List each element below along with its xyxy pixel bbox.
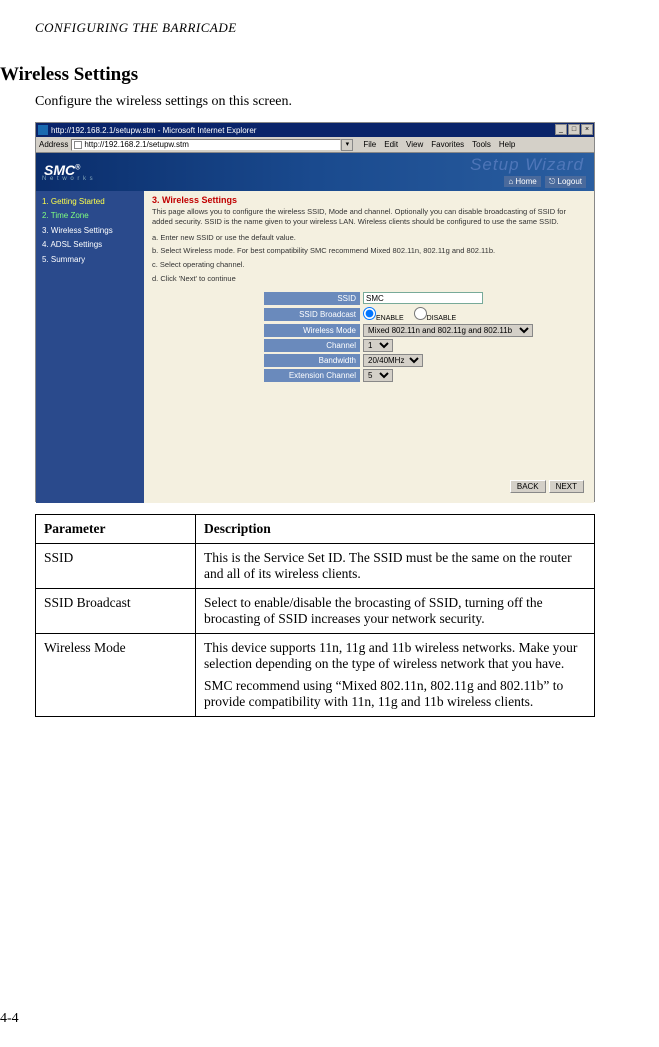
close-button[interactable]: × xyxy=(581,124,593,135)
home-link[interactable]: ⌂ Home xyxy=(504,176,540,187)
ssid-input[interactable] xyxy=(363,292,483,304)
menu-edit[interactable]: Edit xyxy=(384,140,398,149)
window-titlebar: http://192.168.2.1/setupw.stm - Microsof… xyxy=(36,123,594,137)
menu-favorites[interactable]: Favorites xyxy=(431,140,464,149)
param-ssid: SSID xyxy=(36,544,196,589)
step-a: a. Enter new SSID or use the default val… xyxy=(144,231,594,245)
sidebar-adsl-settings[interactable]: 4. ADSL Settings xyxy=(42,238,138,252)
table-row: SSID Broadcast Select to enable/disable … xyxy=(36,589,595,634)
disable-label: DISABLE xyxy=(427,315,457,322)
wireless-mode-label: Wireless Mode xyxy=(264,324,360,337)
address-input[interactable]: http://192.168.2.1/setupw.stm xyxy=(71,139,341,151)
address-url: http://192.168.2.1/setupw.stm xyxy=(84,140,189,149)
menu-help[interactable]: Help xyxy=(499,140,515,149)
maximize-button[interactable]: □ xyxy=(568,124,580,135)
wizard-sidebar: 1. Getting Started 2. Time Zone 3. Wirel… xyxy=(36,191,144,503)
table-row: Wireless Mode This device supports 11n, … xyxy=(36,634,595,717)
step-c: c. Select operating channel. xyxy=(144,258,594,272)
sidebar-summary[interactable]: 5. Summary xyxy=(42,253,138,267)
address-label: Address xyxy=(39,140,68,149)
bandwidth-select[interactable]: 20/40MHz xyxy=(363,354,423,367)
desc-wireless-mode: This device supports 11n, 11g and 11b wi… xyxy=(196,634,595,717)
logo-subtext: N e t w o r k s xyxy=(42,176,94,182)
channel-select[interactable]: 1 xyxy=(363,339,393,352)
wizard-pane: 3. Wireless Settings This page allows yo… xyxy=(144,191,594,503)
next-button[interactable]: NEXT xyxy=(549,480,584,493)
sidebar-getting-started[interactable]: 1. Getting Started xyxy=(42,195,138,209)
bandwidth-label: Bandwidth xyxy=(264,354,360,367)
ssid-broadcast-enable-radio[interactable] xyxy=(363,307,376,320)
back-button[interactable]: BACK xyxy=(510,480,546,493)
extension-channel-select[interactable]: 5 xyxy=(363,369,393,382)
wireless-mode-select[interactable]: Mixed 802.11n and 802.11g and 802.11b xyxy=(363,324,533,337)
setup-wizard-label: Setup Wizard xyxy=(470,155,584,175)
address-bar: Address http://192.168.2.1/setupw.stm ▾ … xyxy=(36,137,594,153)
section-title: Wireless Settings xyxy=(0,64,624,86)
step-b: b. Select Wireless mode. For best compat… xyxy=(144,244,594,258)
minimize-button[interactable]: _ xyxy=(555,124,567,135)
param-ssid-broadcast: SSID Broadcast xyxy=(36,589,196,634)
table-header-description: Description xyxy=(196,515,595,544)
menu-tools[interactable]: Tools xyxy=(472,140,491,149)
section-intro: Configure the wireless settings on this … xyxy=(35,94,624,110)
page-icon xyxy=(74,141,82,149)
browser-menubar: File Edit View Favorites Tools Help xyxy=(363,140,515,149)
ssid-broadcast-label: SSID Broadcast xyxy=(264,308,360,321)
sidebar-time-zone[interactable]: 2. Time Zone xyxy=(42,209,138,223)
param-wireless-mode: Wireless Mode xyxy=(36,634,196,717)
extension-channel-label: Extension Channel xyxy=(264,369,360,382)
table-header-parameter: Parameter xyxy=(36,515,196,544)
menu-file[interactable]: File xyxy=(363,140,376,149)
logout-link[interactable]: ⎋ Logout xyxy=(545,176,586,188)
desc-ssid: This is the Service Set ID. The SSID mus… xyxy=(196,544,595,589)
menu-view[interactable]: View xyxy=(406,140,423,149)
enable-label: ENABLE xyxy=(376,315,404,322)
table-row: SSID This is the Service Set ID. The SSI… xyxy=(36,544,595,589)
pane-title: 3. Wireless Settings xyxy=(144,191,594,207)
parameter-table: Parameter Description SSID This is the S… xyxy=(35,514,595,717)
window-title: http://192.168.2.1/setupw.stm - Microsof… xyxy=(51,126,256,135)
sidebar-wireless-settings[interactable]: 3. Wireless Settings xyxy=(42,224,138,238)
channel-label: Channel xyxy=(264,339,360,352)
step-d: d. Click 'Next' to continue xyxy=(144,272,594,286)
ssid-broadcast-disable-radio[interactable] xyxy=(414,307,427,320)
ssid-label: SSID xyxy=(264,292,360,305)
page-running-header: CONFIGURING THE BARRICADE xyxy=(35,20,624,36)
pane-description: This page allows you to configure the wi… xyxy=(144,207,594,231)
desc-ssid-broadcast: Select to enable/disable the brocasting … xyxy=(196,589,595,634)
page-number: 4-4 xyxy=(0,1011,19,1027)
ie-icon xyxy=(38,125,48,135)
browser-screenshot: http://192.168.2.1/setupw.stm - Microsof… xyxy=(35,122,595,502)
address-dropdown-icon[interactable]: ▾ xyxy=(341,139,353,151)
app-banner: SMC® N e t w o r k s Setup Wizard ⌂ Home… xyxy=(36,153,594,191)
